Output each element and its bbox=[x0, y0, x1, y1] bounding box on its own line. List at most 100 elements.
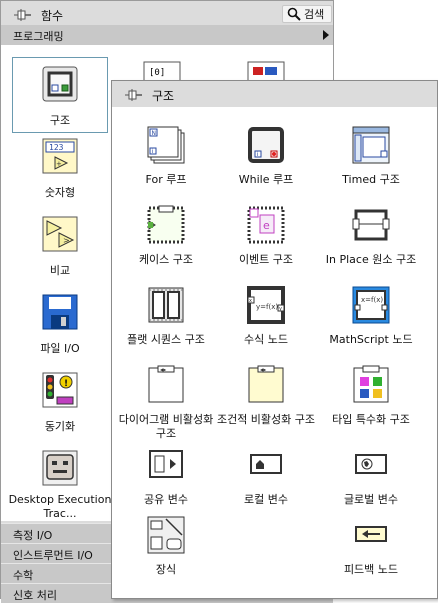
palette-item-label: 이벤트 구조 bbox=[238, 253, 294, 266]
category-label: 인스트루먼트 I/O bbox=[13, 549, 93, 562]
palette-item-label: 피드백 노드 bbox=[343, 563, 399, 576]
desktop-execution-trace-icon bbox=[42, 450, 78, 486]
palette-item-label: 비교 bbox=[49, 264, 71, 277]
palette-item-timed-structure[interactable]: Timed 구조 bbox=[317, 125, 425, 187]
category-label: 측정 I/O bbox=[13, 529, 53, 542]
palette-item-label: 플랫 시퀀스 구조 bbox=[127, 333, 205, 346]
palette-item-label: Desktop Execution Trac... bbox=[8, 493, 112, 520]
palette-item-while-loop[interactable]: i While 루프 bbox=[212, 125, 320, 187]
palette-item-for-loop[interactable]: N i For 루프 bbox=[112, 125, 220, 187]
palette-item-file-io[interactable]: 파일 I/O bbox=[12, 293, 108, 356]
svg-text:>: > bbox=[63, 236, 70, 245]
category-header-programming[interactable]: 프로그래밍 bbox=[1, 25, 333, 45]
palette-title: 함수 bbox=[41, 9, 64, 23]
palette-item-structures[interactable]: 구조 bbox=[12, 57, 108, 133]
category-label: 신호 처리 bbox=[13, 589, 57, 602]
svg-text:◀▶: ◀▶ bbox=[260, 367, 267, 372]
shared-variable-icon bbox=[149, 450, 183, 478]
type-specialization-icon bbox=[353, 365, 389, 403]
palette-item-flat-sequence[interactable]: 플랫 시퀀스 구조 bbox=[112, 285, 220, 347]
svg-text:x: x bbox=[249, 298, 252, 304]
svg-text:+: + bbox=[56, 160, 62, 168]
palette-item-numeric[interactable]: 123 + 숫자형 bbox=[12, 137, 108, 200]
search-label: 검색 bbox=[304, 8, 325, 21]
svg-text:e: e bbox=[263, 219, 270, 232]
palette-item-label: 파일 I/O bbox=[40, 342, 80, 355]
palette-item-synchronization[interactable]: ! 동기화 bbox=[12, 371, 108, 434]
expand-arrow-icon[interactable] bbox=[323, 30, 329, 40]
palette-item-label: 글로벌 변수 bbox=[343, 493, 399, 506]
palette-item-decorations[interactable]: 장식 bbox=[112, 515, 220, 577]
palette-item-type-specialization[interactable]: 타입 특수화 구조 bbox=[317, 365, 425, 427]
palette-item-global-variable[interactable]: 글로벌 변수 bbox=[317, 445, 425, 507]
while-loop-icon: i bbox=[248, 127, 284, 163]
palette-item-conditional-disable[interactable]: ◀▶ 조건적 비활성화 구조 bbox=[212, 365, 320, 427]
svg-text:123: 123 bbox=[49, 143, 64, 152]
palette-item-label: 동기화 bbox=[44, 420, 76, 433]
comparison-icon: > bbox=[42, 216, 78, 252]
for-loop-icon: N i bbox=[147, 126, 185, 164]
conditional-disable-icon: ◀▶ bbox=[248, 365, 284, 403]
palette-item-label: 장식 bbox=[155, 563, 177, 576]
cluster-icon[interactable] bbox=[247, 61, 285, 81]
global-variable-icon bbox=[355, 454, 387, 474]
palette-titlebar[interactable]: 구조 bbox=[112, 81, 437, 107]
palette-item-label: 공유 변수 bbox=[144, 493, 188, 506]
feedback-node-icon bbox=[355, 526, 387, 542]
palette-item-comparison[interactable]: > 비교 bbox=[12, 215, 108, 278]
timed-structure-icon bbox=[352, 126, 390, 164]
svg-text:[0]: [0] bbox=[149, 68, 165, 78]
event-structure-icon: e bbox=[247, 206, 285, 244]
palette-item-label: Timed 구조 bbox=[342, 173, 400, 186]
palette-title: 구조 bbox=[152, 89, 175, 103]
palette-item-in-place-element[interactable]: In Place 원소 구조 bbox=[317, 205, 425, 267]
svg-text:y=f(x): y=f(x) bbox=[256, 303, 278, 311]
flat-sequence-icon bbox=[148, 287, 184, 323]
case-structure-icon bbox=[147, 205, 185, 244]
svg-text:◀▶: ◀▶ bbox=[160, 367, 167, 372]
svg-text:!: ! bbox=[64, 379, 68, 389]
svg-text:y: y bbox=[279, 306, 282, 312]
palette-item-label: 다이어그램 비활성화 구조 bbox=[118, 413, 214, 440]
local-variable-icon bbox=[250, 454, 282, 474]
file-io-icon bbox=[42, 294, 78, 330]
pin-icon[interactable] bbox=[125, 88, 143, 102]
diagram-disable-icon: ◀▶ bbox=[148, 365, 184, 403]
palette-item-label: 수식 노드 bbox=[244, 333, 288, 346]
palette-item-label: 케이스 구조 bbox=[138, 253, 194, 266]
palette-item-label: While 루프 bbox=[238, 173, 294, 186]
formula-node-icon: x y y=f(x) bbox=[247, 286, 285, 324]
in-place-element-icon bbox=[352, 209, 390, 241]
svg-text:N: N bbox=[152, 130, 157, 137]
svg-text:x=f(x): x=f(x) bbox=[361, 296, 383, 304]
palette-item-mathscript-node[interactable]: x=f(x) MathScript 노드 bbox=[317, 285, 425, 347]
palette-item-shared-variable[interactable]: 공유 변수 bbox=[112, 445, 220, 507]
pin-icon[interactable] bbox=[14, 8, 32, 22]
palette-item-label: 구조 bbox=[49, 114, 71, 127]
structures-palette: 구조 N i For 루프 i While 루프 Timed 구조 케이스 구조… bbox=[111, 80, 438, 599]
mathscript-node-icon: x=f(x) bbox=[352, 286, 390, 324]
palette-item-label: 로컬 변수 bbox=[244, 493, 288, 506]
palette-item-label: 숫자형 bbox=[44, 186, 76, 199]
search-button[interactable]: 검색 bbox=[282, 5, 332, 23]
palette-item-feedback-node[interactable]: 피드백 노드 bbox=[317, 515, 425, 577]
palette-item-label: 조건적 비활성화 구조 bbox=[216, 413, 316, 426]
palette-item-label: 타입 특수화 구조 bbox=[332, 413, 410, 426]
category-label: 수학 bbox=[13, 569, 34, 582]
palette-item-label: MathScript 노드 bbox=[329, 333, 413, 346]
category-header-label: 프로그래밍 bbox=[13, 30, 64, 43]
palette-item-case-structure[interactable]: 케이스 구조 bbox=[112, 205, 220, 267]
structures-icon bbox=[42, 66, 78, 102]
decorations-icon bbox=[147, 516, 185, 554]
array-icon[interactable]: [0] bbox=[143, 61, 181, 81]
palette-item-local-variable[interactable]: 로컬 변수 bbox=[212, 445, 320, 507]
palette-item-desktop-execution-trace[interactable]: Desktop Execution Trac... bbox=[8, 449, 112, 521]
palette-item-label: For 루프 bbox=[145, 173, 187, 186]
search-icon bbox=[287, 7, 301, 21]
palette-titlebar[interactable]: 함수 검색 bbox=[1, 1, 333, 25]
palette-item-diagram-disable[interactable]: ◀▶ 다이어그램 비활성화 구조 bbox=[112, 365, 220, 441]
palette-item-formula-node[interactable]: x y y=f(x) 수식 노드 bbox=[212, 285, 320, 347]
palette-item-label: In Place 원소 구조 bbox=[325, 253, 417, 266]
synchronization-icon: ! bbox=[42, 372, 78, 408]
palette-item-event-structure[interactable]: e 이벤트 구조 bbox=[212, 205, 320, 267]
